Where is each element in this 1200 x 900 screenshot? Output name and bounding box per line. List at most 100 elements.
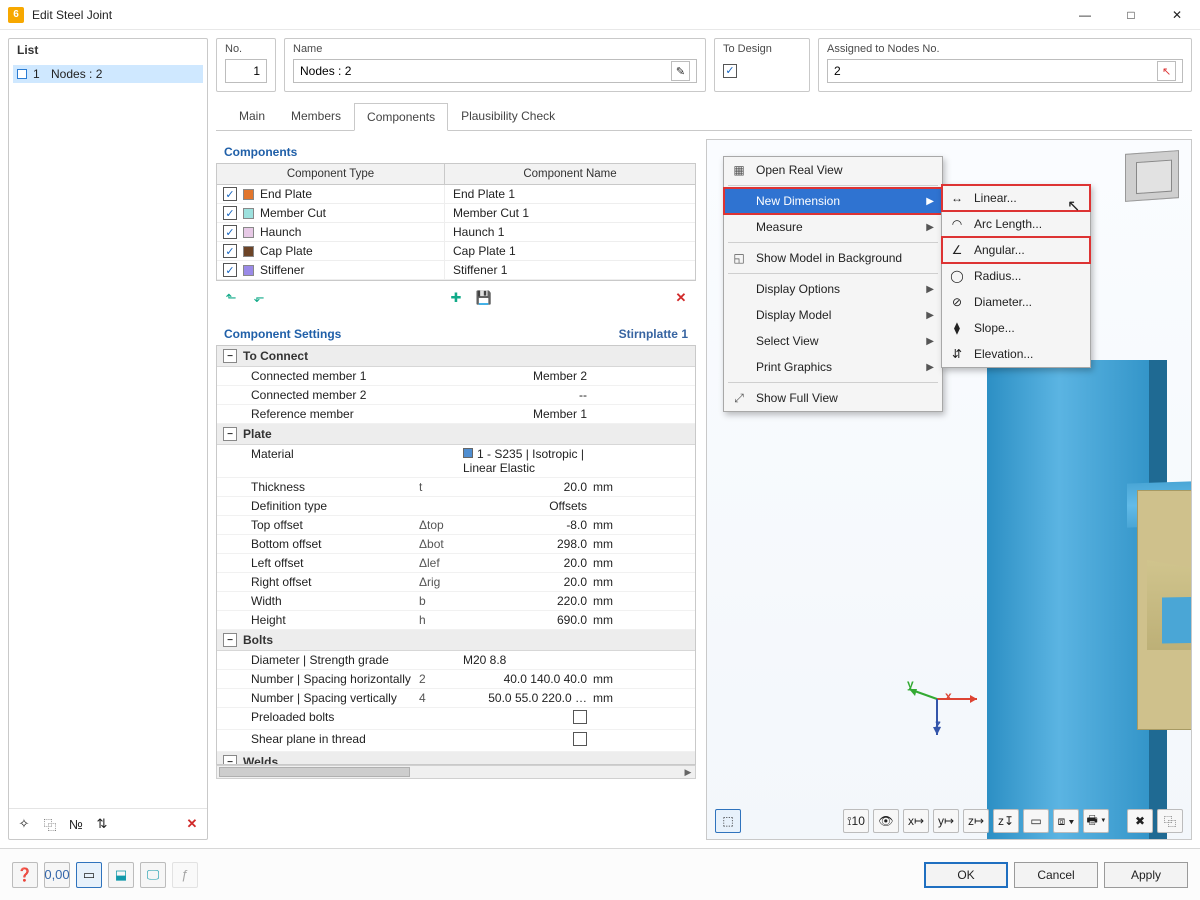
comp-delete-button[interactable]: ✕ bbox=[670, 287, 692, 309]
collapse-icon[interactable]: − bbox=[223, 427, 237, 441]
settings-row[interactable]: Bottom offset Δbot 298.0 mm bbox=[217, 535, 695, 554]
component-checkbox[interactable]: ✓ bbox=[223, 206, 237, 220]
settings-grid[interactable]: −To ConnectConnected member 1 Member 2 C… bbox=[216, 345, 696, 765]
setting-value[interactable]: 1 - S235 | Isotropic | Linear Elastic bbox=[463, 447, 593, 475]
footer-screen-button[interactable]: 🖵 bbox=[140, 862, 166, 888]
component-row[interactable]: ✓ Haunch Haunch 1 bbox=[217, 223, 695, 242]
ctx-item[interactable]: ◱ Show Model in Background bbox=[724, 245, 942, 271]
list-num-button[interactable]: № bbox=[65, 813, 87, 835]
setting-value[interactable]: Offsets bbox=[463, 499, 593, 513]
list-sort-button[interactable]: ⇅ bbox=[91, 813, 113, 835]
ctx-item[interactable]: ▦ Open Real View bbox=[724, 157, 942, 183]
ctx-item[interactable]: New Dimension ▶ bbox=[724, 188, 942, 214]
settings-row[interactable]: Right offset Δrig 20.0 mm bbox=[217, 573, 695, 592]
setting-value[interactable]: M20 8.8 bbox=[463, 653, 593, 667]
ctx-item[interactable]: Display Options ▶ bbox=[724, 276, 942, 302]
vp-persp-button[interactable]: ▭ bbox=[1023, 809, 1049, 833]
vp-viewz-button[interactable]: z↦ bbox=[963, 809, 989, 833]
component-checkbox[interactable]: ✓ bbox=[223, 263, 237, 277]
no-input[interactable] bbox=[232, 60, 260, 82]
component-row[interactable]: ✓ Member Cut Member Cut 1 bbox=[217, 204, 695, 223]
tab-main[interactable]: Main bbox=[226, 102, 278, 130]
ctx-item[interactable]: Measure ▶ bbox=[724, 214, 942, 240]
setting-value[interactable]: -- bbox=[463, 388, 593, 402]
collapse-icon[interactable]: − bbox=[223, 755, 237, 765]
settings-row[interactable]: Connected member 2 -- bbox=[217, 386, 695, 405]
settings-row[interactable]: Number | Spacing vertically 4 50.0 55.0 … bbox=[217, 689, 695, 708]
settings-row[interactable]: Thickness t 20.0 mm bbox=[217, 478, 695, 497]
component-row[interactable]: ✓ Cap Plate Cap Plate 1 bbox=[217, 242, 695, 261]
settings-row[interactable]: Diameter | Strength grade M20 8.8 bbox=[217, 651, 695, 670]
ctx-subitem[interactable]: ⧫ Slope... bbox=[942, 315, 1090, 341]
component-row[interactable]: ✓ End Plate End Plate 1 bbox=[217, 185, 695, 204]
ctx-subitem[interactable]: ⊘ Diameter... bbox=[942, 289, 1090, 315]
collapse-icon[interactable]: − bbox=[223, 349, 237, 363]
settings-row[interactable]: Reference member Member 1 bbox=[217, 405, 695, 424]
component-checkbox[interactable]: ✓ bbox=[223, 225, 237, 239]
comp-movedown-button[interactable]: ⬐ bbox=[248, 287, 270, 309]
settings-row[interactable]: Width b 220.0 mm bbox=[217, 592, 695, 611]
settings-row[interactable]: Preloaded bolts bbox=[217, 708, 695, 730]
window-minimize[interactable]: — bbox=[1062, 0, 1108, 30]
list-item[interactable]: 1 Nodes : 2 bbox=[13, 65, 203, 83]
setting-value[interactable]: -8.0 bbox=[463, 518, 593, 532]
name-input[interactable] bbox=[300, 60, 667, 82]
assigned-pick-button[interactable]: ↖ bbox=[1157, 61, 1176, 81]
footer-model-button[interactable]: ⬓ bbox=[108, 862, 134, 888]
setting-value[interactable]: 220.0 bbox=[463, 594, 593, 608]
settings-row[interactable]: Top offset Δtop -8.0 mm bbox=[217, 516, 695, 535]
settings-row[interactable]: Height h 690.0 mm bbox=[217, 611, 695, 630]
vp-eye-button[interactable]: 👁 bbox=[873, 809, 899, 833]
settings-group-header[interactable]: −Bolts bbox=[217, 630, 695, 651]
component-checkbox[interactable]: ✓ bbox=[223, 187, 237, 201]
vp-viewy-button[interactable]: y↦ bbox=[933, 809, 959, 833]
footer-grid-button[interactable]: ▭ bbox=[76, 862, 102, 888]
footer-help-button[interactable]: ❓ bbox=[12, 862, 38, 888]
nav-cube[interactable] bbox=[1125, 150, 1179, 202]
setting-value[interactable]: 690.0 bbox=[463, 613, 593, 627]
tab-members[interactable]: Members bbox=[278, 102, 354, 130]
component-row[interactable]: ✓ Stiffener Stiffener 1 bbox=[217, 261, 695, 280]
context-menu[interactable]: ▦ Open Real View New Dimension ▶ Measure… bbox=[723, 156, 943, 412]
vp-dim-button[interactable]: ⟟10 bbox=[843, 809, 869, 833]
setting-value[interactable]: 40.0 140.0 40.0 bbox=[463, 672, 593, 686]
ctx-subitem[interactable]: ⇵ Elevation... bbox=[942, 341, 1090, 367]
settings-group-header[interactable]: −To Connect bbox=[217, 346, 695, 367]
settings-hscrollbar[interactable]: ◀▶ bbox=[216, 765, 696, 779]
footer-units-button[interactable]: 0,00 bbox=[44, 862, 70, 888]
settings-row[interactable]: Left offset Δlef 20.0 mm bbox=[217, 554, 695, 573]
ctx-subitem[interactable]: ∠ Angular... bbox=[942, 237, 1090, 263]
ok-button[interactable]: OK bbox=[924, 862, 1008, 888]
tab-plausibility[interactable]: Plausibility Check bbox=[448, 102, 568, 130]
list-copy-button[interactable]: ⿻ bbox=[39, 813, 61, 835]
assigned-input[interactable] bbox=[834, 60, 1153, 82]
viewport-3d[interactable]: x y z ▦ Open Real View New Dimension ▶ M… bbox=[706, 139, 1192, 840]
setting-value[interactable] bbox=[463, 710, 593, 727]
setting-value[interactable]: 20.0 bbox=[463, 480, 593, 494]
settings-row[interactable]: Connected member 1 Member 2 bbox=[217, 367, 695, 386]
setting-value[interactable] bbox=[463, 732, 593, 749]
comp-save-button[interactable]: 💾 bbox=[473, 287, 495, 309]
tab-components[interactable]: Components bbox=[354, 103, 448, 131]
setting-value[interactable]: 50.0 55.0 220.0 … bbox=[463, 691, 593, 705]
settings-row[interactable]: Number | Spacing horizontally 2 40.0 140… bbox=[217, 670, 695, 689]
vp-display-button[interactable]: ⧈ ▾ bbox=[1053, 809, 1079, 833]
ctx-item[interactable]: Select View ▶ bbox=[724, 328, 942, 354]
collapse-icon[interactable]: − bbox=[223, 633, 237, 647]
settings-group-header[interactable]: −Plate bbox=[217, 424, 695, 445]
setting-value[interactable]: 20.0 bbox=[463, 575, 593, 589]
vp-selectmode-button[interactable]: ⬚ bbox=[715, 809, 741, 833]
list-delete-button[interactable]: ✕ bbox=[181, 813, 203, 835]
vp-print-button[interactable]: 🖶 ▾ bbox=[1083, 809, 1109, 833]
apply-button[interactable]: Apply bbox=[1104, 862, 1188, 888]
cancel-button[interactable]: Cancel bbox=[1014, 862, 1098, 888]
ctx-subitem[interactable]: ◯ Radius... bbox=[942, 263, 1090, 289]
ctx-item[interactable]: Print Graphics ▶ bbox=[724, 354, 942, 380]
setting-value[interactable]: 20.0 bbox=[463, 556, 593, 570]
name-edit-button[interactable]: ✎ bbox=[671, 61, 690, 81]
window-close[interactable]: ✕ bbox=[1154, 0, 1200, 30]
settings-row[interactable]: Definition type Offsets bbox=[217, 497, 695, 516]
list-new-button[interactable]: ✧ bbox=[13, 813, 35, 835]
settings-group-header[interactable]: −Welds bbox=[217, 752, 695, 765]
component-checkbox[interactable]: ✓ bbox=[223, 244, 237, 258]
